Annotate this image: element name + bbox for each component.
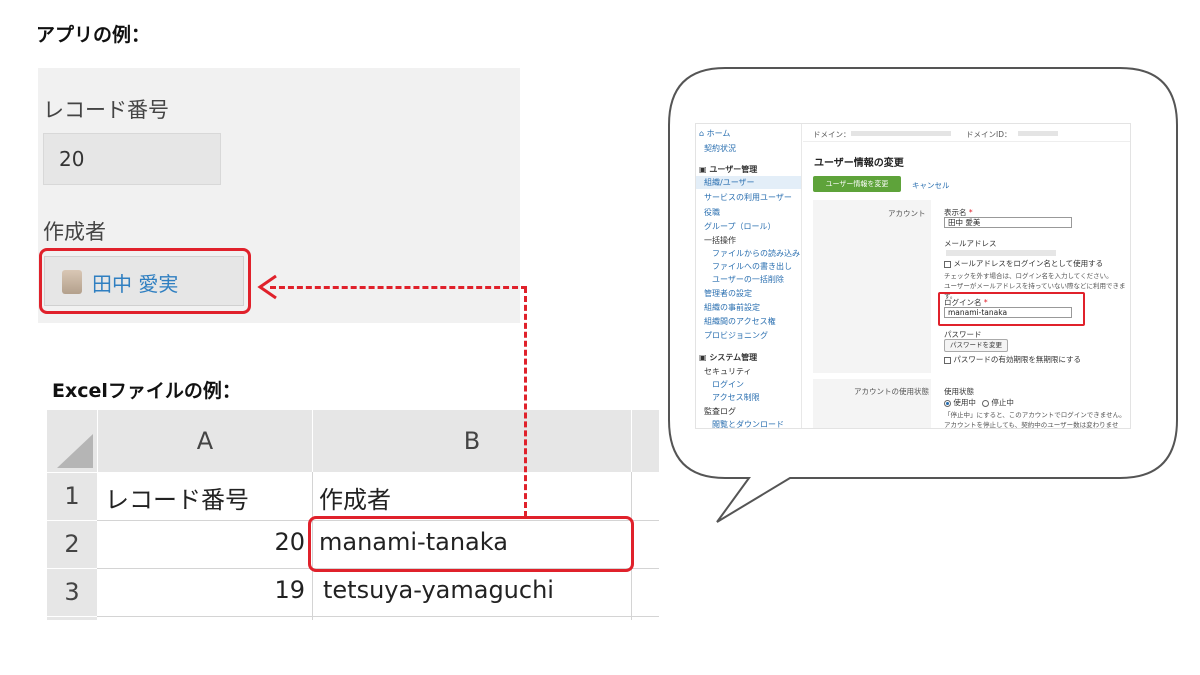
password-no-expiry-checkbox[interactable]: パスワードの有効期限を無期限にする (944, 354, 1081, 365)
grid-line (97, 616, 659, 617)
sidebar-item-org-access[interactable]: 組織間のアクセス権 (704, 316, 776, 327)
change-password-button[interactable]: パスワードを変更 (944, 339, 1008, 352)
sidebar-item-file-export[interactable]: ファイルへの書き出し (712, 261, 792, 272)
sidebar-item-service-users[interactable]: サービスの利用ユーザー (704, 192, 792, 203)
select-all-triangle-icon (57, 434, 93, 468)
domain-id-value-redacted (1018, 131, 1058, 136)
sidebar-item-org-user[interactable]: 組織/ユーザー (696, 176, 801, 189)
excel-row-header-4 (47, 617, 97, 620)
sidebar-item-org-prior[interactable]: 組織の事前設定 (704, 302, 760, 313)
radio-selected-icon (944, 399, 951, 407)
email-note-1: チェックを外す場合は、ログイン名を入力してください。 (944, 272, 1113, 280)
sidebar-item-provisioning[interactable]: プロビジョニング (704, 330, 768, 341)
excel-cell-a2[interactable]: 20 (105, 528, 305, 556)
login-name-highlight-frame (938, 292, 1085, 326)
domain-bar: ドメイン： ドメインID： (803, 124, 1130, 142)
sidebar-section-user-mgmt: ▣ ユーザー管理 (699, 165, 758, 174)
app-example-heading: アプリの例： (36, 24, 151, 46)
sidebar-item-access-limit[interactable]: アクセス制限 (712, 392, 760, 403)
sidebar-item-admin-settings[interactable]: 管理者の設定 (704, 288, 752, 299)
record-number-field: 20 (43, 133, 221, 185)
email-as-login-checkbox[interactable]: メールアドレスをログイン名として使用する (944, 258, 1103, 269)
status-active-radio[interactable]: 使用中 (944, 397, 976, 408)
checkbox-icon (944, 260, 951, 268)
email-value-redacted (946, 250, 1056, 256)
sidebar-item-login[interactable]: ログイン (712, 379, 744, 390)
sidebar-section-system-mgmt: ▣ システム管理 (699, 353, 758, 362)
excel-col-header-c (632, 410, 659, 472)
excel-cell-b1[interactable]: 作成者 (319, 480, 391, 515)
excel-col-header-a: A (98, 410, 312, 472)
excel-cell-a1[interactable]: レコード番号 (105, 480, 249, 515)
display-name-input[interactable]: 田中 愛美 (944, 217, 1072, 228)
sidebar-item-home[interactable]: ⌂ ホーム (699, 128, 730, 139)
sidebar-item-security: セキュリティ (704, 367, 752, 376)
user-mgmt-icon: ▣ (699, 165, 707, 174)
sidebar-item-contract[interactable]: 契約状況 (704, 143, 736, 154)
usage-status-label: 使用状態 (944, 387, 974, 396)
sidebar-item-groups[interactable]: グループ（ロール） (704, 221, 776, 232)
checkbox-icon (944, 356, 951, 364)
sidebar-item-file-import[interactable]: ファイルからの読み込み (712, 248, 800, 259)
system-mgmt-icon: ▣ (699, 353, 707, 362)
domain-id-label: ドメインID： (966, 130, 1012, 139)
excel-col-header-b: B (313, 410, 631, 472)
account-section-label-bg (813, 200, 931, 373)
account-status-label: アカウントの使用状態 (854, 387, 929, 396)
admin-sidebar: ⌂ ホーム 契約状況 ▣ ユーザー管理 組織/ユーザー サービスの利用ユーザー … (696, 124, 802, 428)
page-title: ユーザー情報の変更 (814, 158, 904, 169)
sidebar-item-view-download[interactable]: 閲覧とダウンロード (712, 419, 784, 428)
email-label: メールアドレス (944, 239, 997, 248)
sidebar-item-roles[interactable]: 役職 (704, 207, 720, 218)
admin-screenshot: ⌂ ホーム 契約状況 ▣ ユーザー管理 組織/ユーザー サービスの利用ユーザー … (695, 123, 1131, 429)
sidebar-item-bulk: 一括操作 (704, 236, 736, 245)
excel-sheet: A B 1 2 3 レコード番号 作成者 20 manami-tanaka 19… (47, 410, 659, 620)
arrow-head-icon (257, 274, 277, 300)
excel-row-header-2: 2 (47, 521, 97, 568)
domain-value-redacted (851, 131, 951, 136)
home-icon: ⌂ (699, 129, 705, 138)
cancel-link[interactable]: キャンセル (912, 180, 950, 191)
excel-cell-a3[interactable]: 19 (105, 576, 305, 604)
sidebar-item-bulk-delete[interactable]: ユーザーの一括削除 (712, 274, 784, 285)
creator-highlight-frame (39, 248, 251, 314)
status-note-1: 「停止中」にすると、このアカウントでログインできません。 (944, 411, 1126, 419)
creator-label: 作成者 (43, 220, 106, 244)
excel-example-heading: Excelファイルの例： (52, 380, 241, 402)
save-user-button[interactable]: ユーザー情報を変更 (813, 176, 901, 192)
excel-row-header-3: 3 (47, 569, 97, 616)
record-number-label: レコード番号 (43, 98, 169, 122)
excel-login-highlight-frame (308, 516, 634, 572)
excel-corner (47, 410, 97, 472)
account-section-label: アカウント (888, 209, 926, 218)
sidebar-item-audit-log: 監査ログ (704, 407, 736, 416)
radio-icon (982, 399, 989, 407)
status-stopped-radio[interactable]: 停止中 (982, 397, 1014, 408)
excel-row-header-1: 1 (47, 473, 97, 520)
mapping-arrow-vertical (524, 287, 527, 517)
mapping-arrow-horizontal (270, 286, 527, 289)
excel-cell-b3[interactable]: tetsuya-yamaguchi (323, 576, 554, 604)
status-note-2: アカウントを停止しても、契約中のユーザー数は変わりません。 (944, 421, 1119, 429)
domain-label: ドメイン： (813, 130, 851, 139)
